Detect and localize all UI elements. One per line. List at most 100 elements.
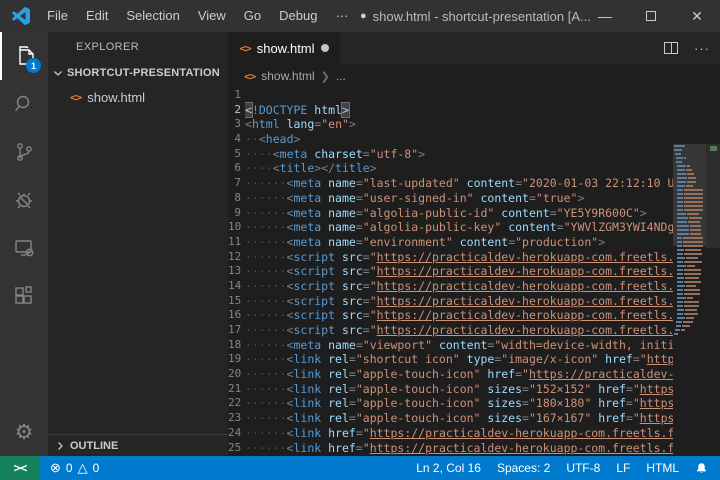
problems-status[interactable]: ⊗ 0 △ 0: [50, 460, 99, 476]
cursor-position[interactable]: Ln 2, Col 16: [416, 461, 481, 475]
menu-more[interactable]: ···: [326, 0, 357, 32]
line-number-12[interactable]: 12: [228, 250, 241, 265]
sidebar-item-remote-explorer[interactable]: [0, 224, 48, 272]
encoding-setting[interactable]: UTF-8: [566, 461, 600, 475]
remote-indicator[interactable]: ><: [0, 456, 40, 480]
code-line-1[interactable]: [245, 88, 673, 103]
line-number-7[interactable]: 7: [228, 176, 241, 191]
code-token: =: [522, 396, 529, 410]
code-token: title: [335, 161, 370, 175]
code-token: =: [626, 396, 633, 410]
eol-setting[interactable]: LF: [616, 461, 630, 475]
line-number-9[interactable]: 9: [228, 206, 241, 221]
code-line-14[interactable]: ······<script src="https://practicaldev-…: [245, 279, 673, 294]
code-line-25[interactable]: ······<link href="https://practicaldev-h…: [245, 441, 673, 456]
code-line-21[interactable]: ······<link rel="apple-touch-icon" sizes…: [245, 382, 673, 397]
close-button[interactable]: ✕: [674, 0, 720, 32]
menu-selection[interactable]: Selection: [117, 0, 188, 32]
code-token: link: [293, 367, 321, 381]
code-line-20[interactable]: ······<link rel="apple-touch-icon" href=…: [245, 367, 673, 382]
code-line-12[interactable]: ······<script src="https://practicaldev-…: [245, 250, 673, 265]
line-number-6[interactable]: 6: [228, 161, 241, 176]
line-number-21[interactable]: 21: [228, 382, 241, 397]
outline-section-header[interactable]: OUTLINE: [48, 434, 228, 456]
code-line-7[interactable]: ······<meta name="last-updated" content=…: [245, 176, 673, 191]
code-line-11[interactable]: ······<meta name="environment" content="…: [245, 235, 673, 250]
line-number-25[interactable]: 25: [228, 441, 241, 456]
minimap[interactable]: [673, 144, 706, 456]
indentation-setting[interactable]: Spaces: 2: [497, 461, 550, 475]
line-number-16[interactable]: 16: [228, 308, 241, 323]
line-number-18[interactable]: 18: [228, 338, 241, 353]
line-number-17[interactable]: 17: [228, 323, 241, 338]
menu-file[interactable]: File: [38, 0, 77, 32]
code-line-24[interactable]: ······<link href="https://practicaldev-h…: [245, 426, 673, 441]
code-line-10[interactable]: ······<meta name="algolia-public-key" co…: [245, 220, 673, 235]
maximize-button[interactable]: [628, 0, 674, 32]
line-number-4[interactable]: 4: [228, 132, 241, 147]
line-number-22[interactable]: 22: [228, 396, 241, 411]
line-number-24[interactable]: 24: [228, 426, 241, 441]
minimap-row: [677, 209, 703, 211]
code-line-23[interactable]: ······<link rel="apple-touch-icon" sizes…: [245, 411, 673, 426]
code-line-3[interactable]: <html lang="en">: [245, 117, 673, 132]
modified-dot-icon[interactable]: [321, 44, 329, 52]
more-actions-icon[interactable]: ···: [694, 41, 710, 56]
code-line-5[interactable]: ····<meta charset="utf-8">: [245, 147, 673, 162]
code-line-4[interactable]: ··<head>: [245, 132, 673, 147]
line-number-10[interactable]: 10: [228, 220, 241, 235]
line-number-23[interactable]: 23: [228, 411, 241, 426]
tab-show-html[interactable]: <> show.html: [228, 32, 340, 64]
folder-section-header[interactable]: SHORTCUT-PRESENTATION: [48, 62, 228, 84]
line-number-19[interactable]: 19: [228, 352, 241, 367]
line-number-14[interactable]: 14: [228, 279, 241, 294]
code-token: src: [342, 294, 363, 308]
sidebar-item-explorer[interactable]: 1: [0, 32, 48, 80]
split-editor-icon[interactable]: [664, 42, 678, 54]
sidebar-item-debug[interactable]: [0, 176, 48, 224]
menu-edit[interactable]: Edit: [77, 0, 117, 32]
notifications-bell-icon[interactable]: [695, 462, 708, 475]
minimap-row: [677, 305, 699, 307]
code-line-9[interactable]: ······<meta name="algolia-public-id" con…: [245, 206, 673, 221]
line-number-11[interactable]: 11: [228, 235, 241, 250]
search-icon: [12, 92, 36, 116]
code-line-8[interactable]: ······<meta name="user-signed-in" conten…: [245, 191, 673, 206]
sidebar-item-search[interactable]: [0, 80, 48, 128]
line-number-20[interactable]: 20: [228, 367, 241, 382]
settings-button[interactable]: ⚙: [0, 408, 48, 456]
line-number-2[interactable]: 2: [228, 103, 241, 118]
line-number-13[interactable]: 13: [228, 264, 241, 279]
code-line-2[interactable]: <!DOCTYPE html>: [245, 103, 673, 118]
language-mode[interactable]: HTML: [646, 461, 679, 475]
code-line-6[interactable]: ····<title></title>: [245, 161, 673, 176]
menu-go[interactable]: Go: [235, 0, 270, 32]
code-line-18[interactable]: ······<meta name="viewport" content="wid…: [245, 338, 673, 353]
scrollbar-thumb[interactable]: [706, 144, 720, 248]
file-item-show-html[interactable]: <> show.html: [48, 86, 228, 108]
minimap-row: [677, 173, 694, 175]
code-line-15[interactable]: ······<script src="https://practicaldev-…: [245, 294, 673, 309]
breadcrumb-tail[interactable]: ...: [336, 69, 346, 83]
line-number-15[interactable]: 15: [228, 294, 241, 309]
code-line-19[interactable]: ······<link rel="shortcut icon" type="im…: [245, 352, 673, 367]
code-line-17[interactable]: ······<script src="https://practicaldev-…: [245, 323, 673, 338]
minimize-button[interactable]: —: [582, 0, 628, 32]
minimap-row: [677, 293, 700, 295]
menu-debug[interactable]: Debug: [270, 0, 326, 32]
breadcrumb-file[interactable]: show.html: [261, 69, 314, 83]
folder-name: SHORTCUT-PRESENTATION: [67, 67, 220, 79]
code-token: =: [356, 338, 363, 352]
code-line-22[interactable]: ······<link rel="apple-touch-icon" sizes…: [245, 396, 673, 411]
line-number-8[interactable]: 8: [228, 191, 241, 206]
vertical-scrollbar[interactable]: [706, 144, 720, 456]
line-number-5[interactable]: 5: [228, 147, 241, 162]
line-number-1[interactable]: 1: [228, 88, 241, 103]
code-line-16[interactable]: ······<script src="https://practicaldev-…: [245, 308, 673, 323]
menu-view[interactable]: View: [189, 0, 235, 32]
sidebar-item-source-control[interactable]: [0, 128, 48, 176]
line-number-3[interactable]: 3: [228, 117, 241, 132]
code-line-13[interactable]: ······<script src="https://practicaldev-…: [245, 264, 673, 279]
sidebar-item-extensions[interactable]: [0, 272, 48, 320]
code-editor[interactable]: 1234567891011121314151617181920212223242…: [228, 88, 720, 456]
